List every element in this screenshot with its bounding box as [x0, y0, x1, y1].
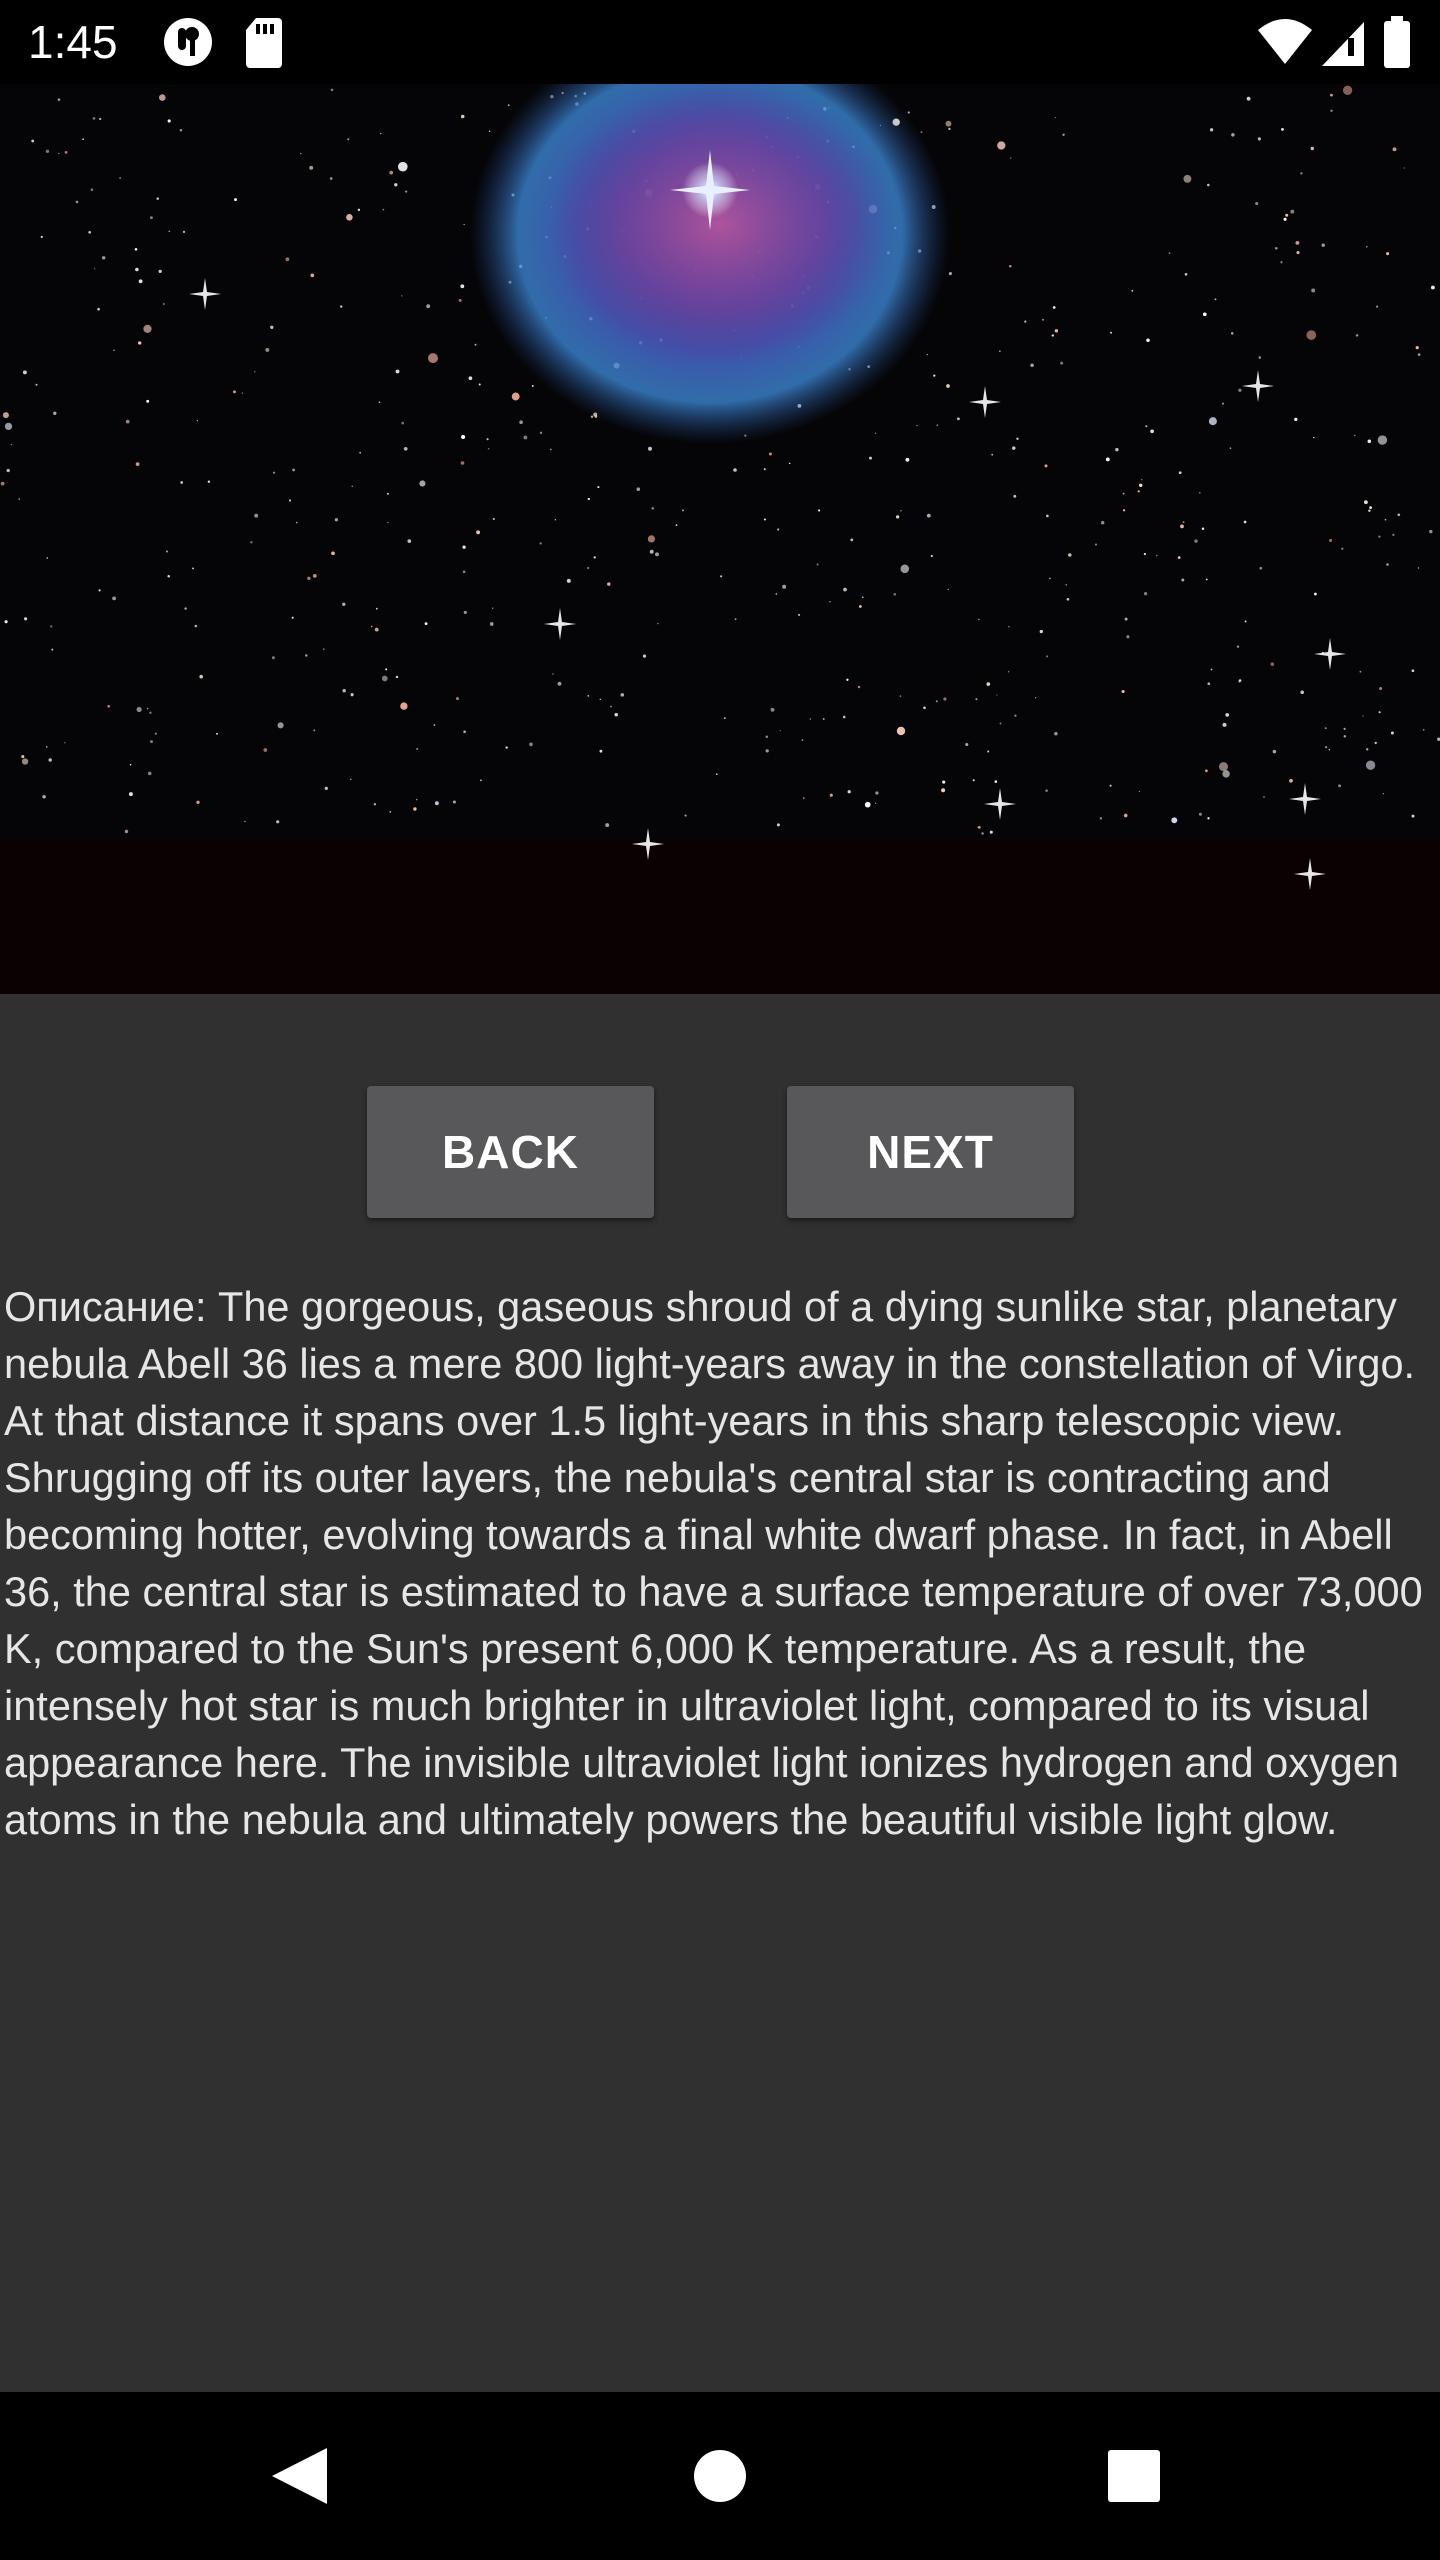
recents-icon[interactable]: [1034, 2392, 1234, 2560]
nebula-photo: [0, 84, 1440, 994]
status-time: 1:45: [28, 16, 118, 68]
back-icon[interactable]: [200, 2392, 400, 2560]
status-bar: 1:45: [0, 0, 1440, 84]
sd-card-icon: [246, 18, 282, 68]
home-icon[interactable]: [620, 2392, 820, 2560]
description-text: Описание: The gorgeous, gaseous shroud o…: [4, 1283, 1423, 1843]
battery-icon: [1384, 16, 1410, 68]
app-screen: 1:45 BACK NEXT Описание: The gorgeous, g…: [0, 0, 1440, 2560]
next-button[interactable]: NEXT: [787, 1086, 1074, 1218]
notification-icon: [164, 18, 212, 66]
cell-signal-icon: [1322, 22, 1364, 66]
nebula-image: [0, 84, 1440, 994]
wifi-icon: [1258, 19, 1312, 64]
back-button[interactable]: BACK: [367, 1086, 654, 1218]
navigation-bar: [0, 2392, 1440, 2560]
